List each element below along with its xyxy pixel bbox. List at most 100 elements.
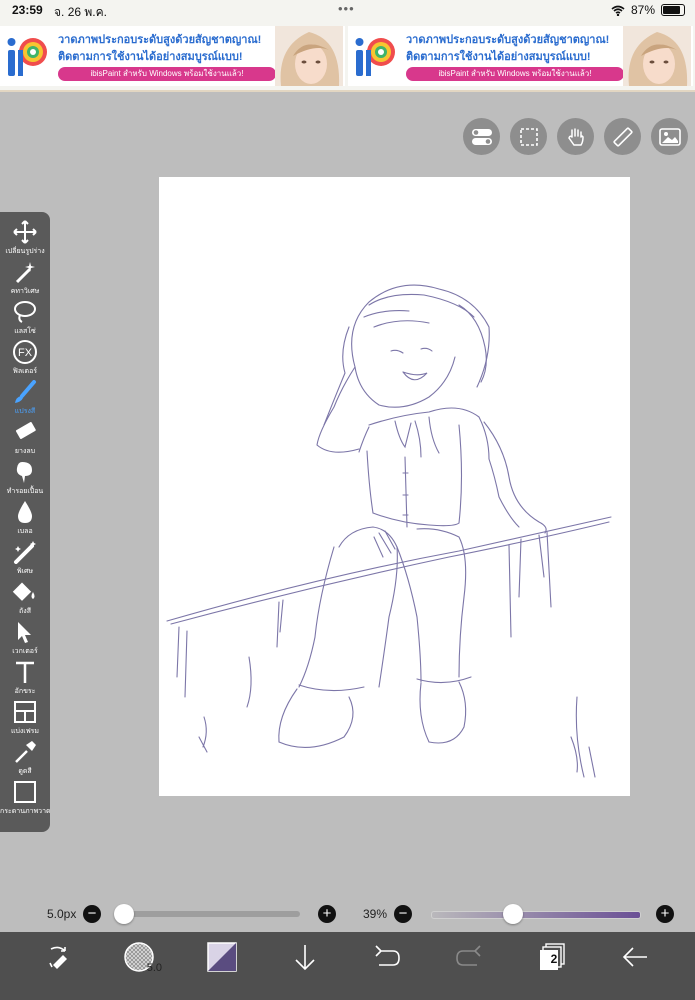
opacity-value: 39% [363, 907, 388, 921]
tool-label: เปลี่ยนรูปร่าง [5, 248, 45, 255]
brush-size-increase-button[interactable]: + [318, 905, 336, 923]
tool-label: แบ่งเฟรม [10, 728, 40, 735]
layers-button[interactable]: 2 [535, 940, 569, 974]
tool-eyedropper[interactable]: ดูดสี [0, 738, 50, 778]
brush-preview-button[interactable]: 5.0 [122, 940, 162, 974]
tool-frame-divider[interactable]: แบ่งเฟรม [0, 698, 50, 738]
redo-icon [456, 945, 481, 966]
eraser-icon [15, 422, 36, 439]
ad-banner[interactable]: วาดภาพประกอบระดับสูงด้วยสัญชาตญาณ! ติดตา… [0, 26, 345, 86]
tool-blur[interactable]: เบลอ [0, 498, 50, 538]
redo-button[interactable] [452, 940, 486, 974]
tool-special[interactable]: พิเศษ [0, 538, 50, 578]
frame-divider-icon [14, 701, 36, 723]
toggle-settings-button[interactable] [463, 118, 500, 155]
tool-smudge[interactable]: ทำรอยเปื้อน [0, 458, 50, 498]
selection-button[interactable] [510, 118, 547, 155]
sketch-drawing [166, 284, 612, 778]
vector-icon [18, 622, 31, 643]
tool-label: ทำรอยเปื้อน [6, 488, 44, 495]
text-icon [16, 661, 34, 683]
ruler-icon [612, 126, 633, 147]
canvas-icon [14, 781, 36, 803]
tool-label: เวกเตอร์ [12, 648, 38, 655]
fill-icon [12, 582, 35, 601]
tool-label: อักขระ [14, 688, 36, 695]
ad-line-2: ติดตามการใช้งานได้อย่างสมบูรณ์แบบ! [58, 51, 243, 63]
opacity-slider: 39% − + [355, 903, 695, 925]
date: จ. 26 พ.ค. [54, 5, 107, 19]
tool-lasso[interactable]: แลสโซ่ [0, 298, 50, 338]
tool-canvas[interactable]: กระดานภาพวาด [0, 778, 51, 818]
tool-label: คทาวิเศษ [10, 288, 40, 295]
arrow-left-icon [622, 947, 647, 967]
image-icon [658, 127, 681, 146]
brush-size-track[interactable] [120, 911, 300, 917]
move-icon [13, 220, 37, 244]
tool-label: พิเศษ [16, 568, 34, 575]
tool-transform[interactable]: เปลี่ยนรูปร่าง [0, 218, 50, 258]
brush-size-value: 5.0px [47, 907, 77, 921]
fx-icon: FX [13, 340, 37, 364]
ad-banner[interactable]: วาดภาพประกอบระดับสูงด้วยสัญชาตญาณ! ติดตา… [348, 26, 693, 86]
tool-label: แลสโซ่ [14, 328, 36, 335]
tool-label: ยางลบ [14, 448, 36, 455]
layer-count: 2 [550, 952, 558, 966]
color-swatch-button[interactable] [205, 940, 239, 974]
ruler-button[interactable] [604, 118, 641, 155]
tool-vector[interactable]: เวกเตอร์ [0, 618, 50, 658]
multitask-dots[interactable]: ••• [338, 1, 355, 16]
tool-label: เบลอ [17, 528, 33, 535]
tool-eraser[interactable]: ยางลบ [0, 418, 50, 458]
brush-size-decrease-button[interactable]: − [83, 905, 101, 923]
hand-icon [567, 127, 584, 146]
blur-icon [18, 501, 32, 523]
drawing-canvas[interactable] [159, 177, 630, 796]
svg-text:FX: FX [18, 347, 33, 359]
tool-brush[interactable]: แปรงสี [0, 378, 50, 418]
anime-girl-image [275, 26, 343, 86]
ibis-paint-logo-icon [7, 38, 47, 76]
ibis-paint-logo-icon [355, 38, 395, 76]
tool-filter[interactable]: FX ฟิลเตอร์ [0, 338, 50, 378]
undo-icon [375, 945, 400, 966]
tool-label: กระดานภาพวาด [0, 808, 51, 815]
status-bar: 23:59 จ. 26 พ.ค. ••• 87% [0, 0, 695, 22]
battery-percent: 87% [630, 3, 655, 17]
tool-text[interactable]: อักขระ [0, 658, 50, 698]
tool-fill[interactable]: ถังสี [0, 578, 50, 618]
tool-magic-wand[interactable]: คทาวิเศษ [0, 258, 50, 298]
opacity-knob[interactable] [502, 904, 523, 924]
opacity-increase-button[interactable]: + [656, 905, 674, 923]
ad-line-2: ติดตามการใช้งานได้อย่างสมบูรณ์แบบ! [406, 51, 591, 63]
hand-button[interactable] [557, 118, 594, 155]
tool-label: ฟิลเตอร์ [12, 368, 38, 375]
ad-line-3: ibisPaint สำหรับ Windows พร้อมใช้งานแล้ว… [406, 67, 624, 81]
wifi-icon [611, 5, 625, 16]
swap-tool-button[interactable] [42, 940, 76, 974]
tool-label: แปรงสี [14, 408, 36, 415]
download-button[interactable] [288, 940, 322, 974]
toggle-settings-icon [471, 128, 492, 145]
brush-icon [15, 380, 36, 403]
ad-banner-strip: วาดภาพประกอบระดับสูงด้วยสัญชาตญาณ! ติดตา… [0, 22, 695, 92]
brush-size-knob[interactable] [113, 904, 134, 924]
opacity-track[interactable] [431, 911, 641, 919]
smudge-icon [16, 462, 32, 483]
undo-button[interactable] [370, 940, 404, 974]
ad-line-3: ibisPaint สำหรับ Windows พร้อมใช้งานแล้ว… [58, 67, 276, 81]
back-button[interactable] [618, 940, 652, 974]
lasso-icon [14, 301, 36, 323]
opacity-decrease-button[interactable]: − [394, 905, 412, 923]
tool-label: ถังสี [19, 608, 31, 615]
ad-line-1: วาดภาพประกอบระดับสูงด้วยสัญชาตญาณ! [406, 34, 610, 46]
bottom-action-bar: 5.0 2 [0, 932, 695, 1000]
battery-icon [661, 4, 685, 16]
magic-wand-icon [15, 262, 35, 284]
tool-palette: เปลี่ยนรูปร่าง คทาวิเศษ แลสโซ่ FX ฟิลเตอ… [0, 212, 51, 832]
brush-preview-size: 5.0 [146, 962, 162, 974]
reference-image-button[interactable] [651, 118, 688, 155]
ad-line-1: วาดภาพประกอบระดับสูงด้วยสัญชาตญาณ! [58, 34, 262, 46]
arrow-down-icon [295, 945, 315, 971]
swap-tool-icon [49, 946, 67, 969]
